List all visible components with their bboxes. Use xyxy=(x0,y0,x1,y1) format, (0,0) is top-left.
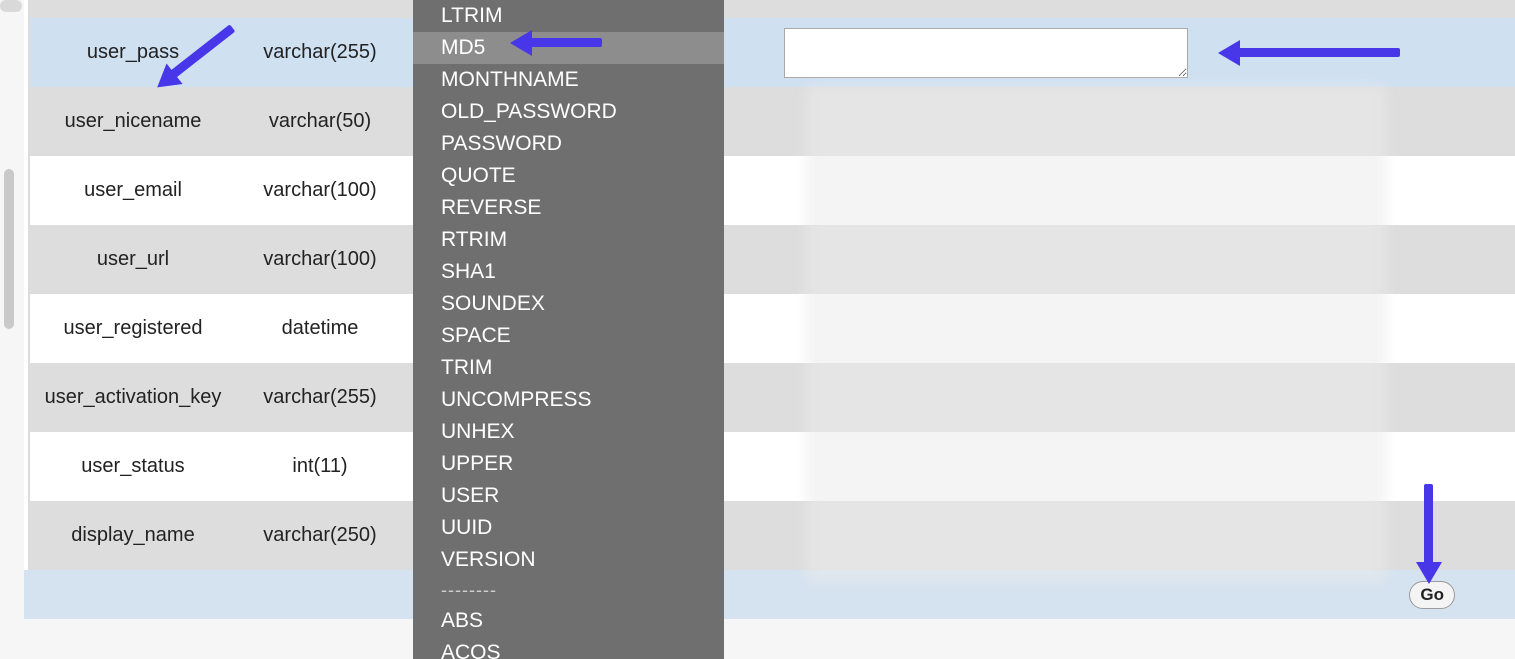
field-name-cell: user_pass xyxy=(30,18,236,87)
function-option[interactable]: UPPER xyxy=(413,448,724,480)
function-option[interactable]: SPACE xyxy=(413,320,724,352)
user-pass-value-input[interactable] xyxy=(784,28,1188,78)
function-dropdown[interactable]: LTRIMMD5MONTHNAMEOLD_PASSWORDPASSWORDQUO… xyxy=(413,0,724,659)
field-name-cell: user_status xyxy=(30,432,236,501)
field-type-cell: varchar(100) xyxy=(236,225,404,294)
table-row xyxy=(24,0,1515,18)
function-option[interactable]: LTRIM xyxy=(413,0,724,32)
function-option[interactable]: MONTHNAME xyxy=(413,64,724,96)
function-option[interactable]: QUOTE xyxy=(413,160,724,192)
function-option[interactable]: VERSION xyxy=(413,544,724,576)
function-option[interactable]: MD5 xyxy=(413,32,724,64)
field-type-cell xyxy=(236,0,404,18)
field-name-cell: user_url xyxy=(30,225,236,294)
vertical-scroll-grip[interactable] xyxy=(4,169,14,329)
redacted-values-overlay xyxy=(806,84,1386,582)
function-option[interactable]: SHA1 xyxy=(413,256,724,288)
function-option[interactable]: UNCOMPRESS xyxy=(413,384,724,416)
function-option[interactable]: UNHEX xyxy=(413,416,724,448)
function-option[interactable]: ACOS xyxy=(413,637,724,659)
field-name-cell: user_nicename xyxy=(30,87,236,156)
function-option[interactable]: ABS xyxy=(413,605,724,637)
function-option[interactable]: SOUNDEX xyxy=(413,288,724,320)
viewport: user_pass varchar(255) user_nicename var… xyxy=(0,0,1515,659)
field-name-cell: user_email xyxy=(30,156,236,225)
field-name-cell: display_name xyxy=(30,501,236,570)
field-type-cell: varchar(255) xyxy=(236,363,404,432)
field-type-cell: datetime xyxy=(236,294,404,363)
function-option[interactable]: PASSWORD xyxy=(413,128,724,160)
horizontal-scroll-grip[interactable] xyxy=(0,0,22,12)
function-option[interactable]: OLD_PASSWORD xyxy=(413,96,724,128)
function-option[interactable]: TRIM xyxy=(413,352,724,384)
field-type-cell: varchar(100) xyxy=(236,156,404,225)
table-row-user-pass[interactable]: user_pass varchar(255) xyxy=(24,18,1515,87)
field-type-cell: varchar(50) xyxy=(236,87,404,156)
go-button[interactable]: Go xyxy=(1409,581,1455,609)
field-name-cell: user_activation_key xyxy=(30,363,236,432)
field-name-cell: user_registered xyxy=(30,294,236,363)
field-type-cell: int(11) xyxy=(236,432,404,501)
function-option[interactable]: REVERSE xyxy=(413,192,724,224)
function-dropdown-separator: -------- xyxy=(441,580,724,601)
function-option[interactable]: USER xyxy=(413,480,724,512)
function-option[interactable]: RTRIM xyxy=(413,224,724,256)
function-option[interactable]: UUID xyxy=(413,512,724,544)
field-type-cell: varchar(250) xyxy=(236,501,404,570)
field-type-cell: varchar(255) xyxy=(236,18,404,87)
field-name-cell xyxy=(30,0,236,18)
